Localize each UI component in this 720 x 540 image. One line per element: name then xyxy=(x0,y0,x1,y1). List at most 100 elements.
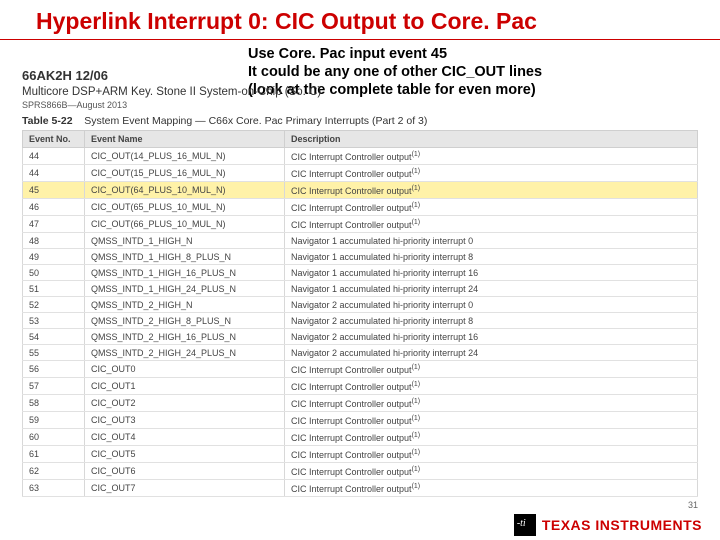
cell-event-name: CIC_OUT(66_PLUS_10_MUL_N) xyxy=(85,216,285,233)
cell-event-no: 51 xyxy=(23,281,85,297)
table-row: 53QMSS_INTD_2_HIGH_8_PLUS_NNavigator 2 a… xyxy=(23,313,698,329)
cell-event-no: 48 xyxy=(23,233,85,249)
cell-event-name: CIC_OUT(64_PLUS_10_MUL_N) xyxy=(85,182,285,199)
table-row: 63CIC_OUT7CIC Interrupt Controller outpu… xyxy=(23,480,698,497)
table-row: 48QMSS_INTD_1_HIGH_NNavigator 1 accumula… xyxy=(23,233,698,249)
cell-description: CIC Interrupt Controller output(1) xyxy=(285,480,698,497)
cell-event-no: 50 xyxy=(23,265,85,281)
table-row: 49QMSS_INTD_1_HIGH_8_PLUS_NNavigator 1 a… xyxy=(23,249,698,265)
part-number: 66AK2H 12/06 xyxy=(22,68,321,85)
page-number: 31 xyxy=(688,500,698,510)
table-row: 57CIC_OUT1CIC Interrupt Controller outpu… xyxy=(23,378,698,395)
cell-event-no: 47 xyxy=(23,216,85,233)
ti-chip-icon xyxy=(514,514,536,536)
cell-event-no: 49 xyxy=(23,249,85,265)
table-row: 56CIC_OUT0CIC Interrupt Controller outpu… xyxy=(23,361,698,378)
cell-description: Navigator 1 accumulated hi-priority inte… xyxy=(285,249,698,265)
cell-event-no: 53 xyxy=(23,313,85,329)
table-row: 54QMSS_INTD_2_HIGH_16_PLUS_NNavigator 2 … xyxy=(23,329,698,345)
cell-description: CIC Interrupt Controller output(1) xyxy=(285,395,698,412)
footnote-sup: (1) xyxy=(412,202,421,209)
footnote-sup: (1) xyxy=(412,168,421,175)
footnote-sup: (1) xyxy=(412,415,421,422)
cell-event-name: CIC_OUT7 xyxy=(85,480,285,497)
cell-event-name: CIC_OUT0 xyxy=(85,361,285,378)
footnote-sup: (1) xyxy=(412,483,421,490)
event-table-wrap: Event No. Event Name Description 44CIC_O… xyxy=(22,130,698,497)
table-row: 52QMSS_INTD_2_HIGH_NNavigator 2 accumula… xyxy=(23,297,698,313)
cell-description: CIC Interrupt Controller output(1) xyxy=(285,446,698,463)
cell-event-name: QMSS_INTD_1_HIGH_8_PLUS_N xyxy=(85,249,285,265)
cell-event-no: 54 xyxy=(23,329,85,345)
footnote-sup: (1) xyxy=(412,449,421,456)
table-row: 50QMSS_INTD_1_HIGH_16_PLUS_NNavigator 1 … xyxy=(23,265,698,281)
col-event-no: Event No. xyxy=(23,131,85,148)
cell-event-no: 59 xyxy=(23,412,85,429)
cell-event-name: QMSS_INTD_1_HIGH_N xyxy=(85,233,285,249)
footnote-sup: (1) xyxy=(412,364,421,371)
cell-description: CIC Interrupt Controller output(1) xyxy=(285,182,698,199)
cell-event-name: QMSS_INTD_2_HIGH_N xyxy=(85,297,285,313)
cell-event-no: 62 xyxy=(23,463,85,480)
note-line-1: Use Core. Pac input event 45 xyxy=(248,45,700,63)
cell-event-no: 61 xyxy=(23,446,85,463)
footnote-sup: (1) xyxy=(412,398,421,405)
footnote-sup: (1) xyxy=(412,466,421,473)
cell-event-name: CIC_OUT(15_PLUS_16_MUL_N) xyxy=(85,165,285,182)
cell-event-no: 46 xyxy=(23,199,85,216)
cell-event-no: 45 xyxy=(23,182,85,199)
cell-event-name: CIC_OUT6 xyxy=(85,463,285,480)
cell-event-name: QMSS_INTD_2_HIGH_16_PLUS_N xyxy=(85,329,285,345)
ti-brand-text: TEXAS INSTRUMENTS xyxy=(542,517,702,533)
table-header-row: Event No. Event Name Description xyxy=(23,131,698,148)
table-row: 44CIC_OUT(14_PLUS_16_MUL_N)CIC Interrupt… xyxy=(23,148,698,165)
cell-description: CIC Interrupt Controller output(1) xyxy=(285,148,698,165)
table-row: 61CIC_OUT5CIC Interrupt Controller outpu… xyxy=(23,446,698,463)
cell-event-no: 56 xyxy=(23,361,85,378)
cell-description: CIC Interrupt Controller output(1) xyxy=(285,216,698,233)
event-table: Event No. Event Name Description 44CIC_O… xyxy=(22,130,698,497)
cell-description: Navigator 1 accumulated hi-priority inte… xyxy=(285,281,698,297)
table-row: 55QMSS_INTD_2_HIGH_24_PLUS_NNavigator 2 … xyxy=(23,345,698,361)
cell-event-no: 44 xyxy=(23,165,85,182)
table-row: 46CIC_OUT(65_PLUS_10_MUL_N)CIC Interrupt… xyxy=(23,199,698,216)
doc-subtitle: Multicore DSP+ARM Key. Stone II System-o… xyxy=(22,85,321,100)
document-info: 66AK2H 12/06 Multicore DSP+ARM Key. Ston… xyxy=(22,68,321,112)
cell-description: CIC Interrupt Controller output(1) xyxy=(285,361,698,378)
cell-description: Navigator 2 accumulated hi-priority inte… xyxy=(285,297,698,313)
doc-date: SPRS866B—August 2013 xyxy=(22,100,321,112)
cell-description: CIC Interrupt Controller output(1) xyxy=(285,165,698,182)
table-caption: Table 5-22 System Event Mapping — C66x C… xyxy=(22,115,427,127)
col-event-name: Event Name xyxy=(85,131,285,148)
slide-title: Hyperlink Interrupt 0: CIC Output to Cor… xyxy=(0,0,720,40)
table-row: 62CIC_OUT6CIC Interrupt Controller outpu… xyxy=(23,463,698,480)
table-row: 45CIC_OUT(64_PLUS_10_MUL_N)CIC Interrupt… xyxy=(23,182,698,199)
cell-description: CIC Interrupt Controller output(1) xyxy=(285,412,698,429)
footnote-sup: (1) xyxy=(412,432,421,439)
table-row: 60CIC_OUT4CIC Interrupt Controller outpu… xyxy=(23,429,698,446)
cell-event-name: CIC_OUT2 xyxy=(85,395,285,412)
cell-event-no: 52 xyxy=(23,297,85,313)
cell-event-no: 60 xyxy=(23,429,85,446)
table-row: 44CIC_OUT(15_PLUS_16_MUL_N)CIC Interrupt… xyxy=(23,165,698,182)
cell-description: Navigator 2 accumulated hi-priority inte… xyxy=(285,345,698,361)
cell-description: Navigator 2 accumulated hi-priority inte… xyxy=(285,329,698,345)
table-row: 59CIC_OUT3CIC Interrupt Controller outpu… xyxy=(23,412,698,429)
cell-event-name: CIC_OUT3 xyxy=(85,412,285,429)
cell-description: CIC Interrupt Controller output(1) xyxy=(285,463,698,480)
table-caption-text: System Event Mapping — C66x Core. Pac Pr… xyxy=(84,115,427,127)
cell-description: CIC Interrupt Controller output(1) xyxy=(285,429,698,446)
footnote-sup: (1) xyxy=(412,185,421,192)
col-description: Description xyxy=(285,131,698,148)
cell-event-no: 44 xyxy=(23,148,85,165)
footnote-sup: (1) xyxy=(412,219,421,226)
cell-description: CIC Interrupt Controller output(1) xyxy=(285,378,698,395)
cell-event-no: 55 xyxy=(23,345,85,361)
cell-event-name: CIC_OUT4 xyxy=(85,429,285,446)
cell-event-no: 57 xyxy=(23,378,85,395)
cell-event-name: CIC_OUT1 xyxy=(85,378,285,395)
cell-description: Navigator 2 accumulated hi-priority inte… xyxy=(285,313,698,329)
footnote-sup: (1) xyxy=(412,151,421,158)
cell-event-name: CIC_OUT(14_PLUS_16_MUL_N) xyxy=(85,148,285,165)
cell-description: CIC Interrupt Controller output(1) xyxy=(285,199,698,216)
